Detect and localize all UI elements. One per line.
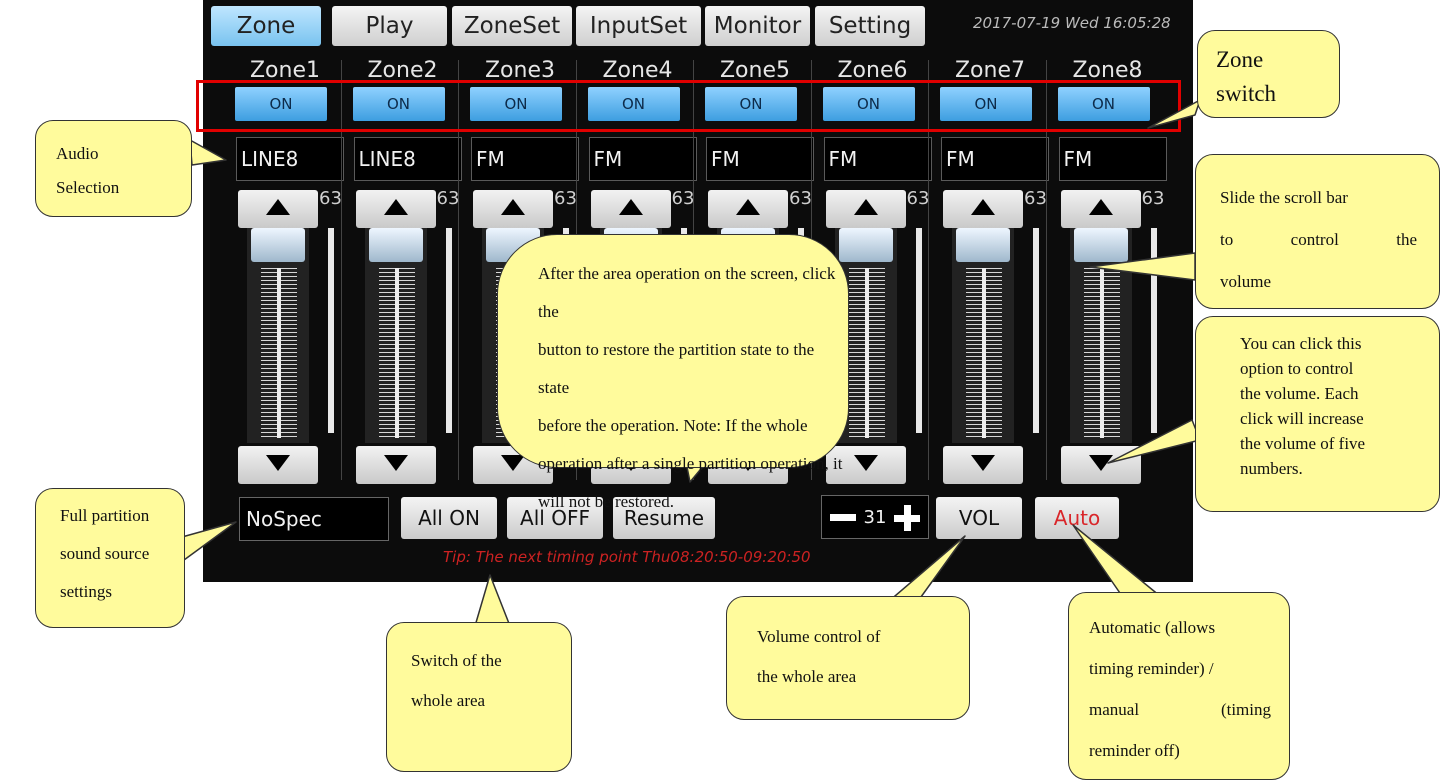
zone-source-selector[interactable]: FM	[823, 137, 932, 181]
vol-button[interactable]: VOL	[936, 497, 1022, 539]
zone-source-selector[interactable]: LINE8	[236, 137, 344, 181]
callout-audio-selection: Audio Selection	[35, 120, 192, 217]
global-source-selector[interactable]: NoSpec	[239, 497, 389, 541]
zone-volume-value: 63	[554, 188, 577, 209]
master-volume-value: 31	[863, 506, 887, 528]
volume-up-button[interactable]	[355, 190, 436, 228]
callout-switch-area: Switch of the whole area	[386, 622, 572, 772]
tab-inputset[interactable]: InputSet	[576, 6, 701, 46]
volume-slider[interactable]	[364, 228, 427, 443]
zone-source-selector[interactable]: FM	[471, 137, 579, 181]
timing-tip: Tip: The next timing point Thu08:20:50-0…	[443, 548, 811, 566]
triangle-down-icon	[970, 454, 996, 477]
tab-monitor[interactable]: Monitor	[705, 6, 810, 46]
triangle-up-icon	[735, 198, 761, 221]
volume-up-button[interactable]	[473, 190, 553, 228]
level-meter	[1150, 228, 1157, 433]
zone-source-selector[interactable]: LINE8	[353, 137, 462, 181]
volume-down-button[interactable]	[1060, 446, 1141, 484]
zone-source-selector[interactable]: FM	[588, 137, 697, 181]
callout-scroll-bar: Slide the scroll bar to control the volu…	[1195, 154, 1440, 309]
slider-track	[982, 268, 986, 438]
slider-track	[277, 268, 281, 438]
triangle-up-icon	[265, 198, 291, 221]
triangle-down-icon	[853, 454, 879, 477]
slider-track	[1099, 268, 1104, 438]
callout-zone-switch: Zone switch	[1197, 30, 1340, 118]
callout-restore: After the area operation on the screen, …	[497, 234, 849, 511]
volume-up-button[interactable]	[825, 190, 906, 228]
zone-source-selector[interactable]: FM	[941, 137, 1049, 181]
volume-up-button[interactable]	[1060, 190, 1141, 228]
volume-slider[interactable]	[247, 228, 309, 443]
tab-zoneset[interactable]: ZoneSet	[452, 6, 572, 46]
volume-up-button[interactable]	[943, 190, 1023, 228]
volume-up-button[interactable]	[238, 190, 318, 228]
triangle-down-icon	[1088, 454, 1114, 477]
slider-track	[394, 268, 399, 438]
triangle-up-icon	[618, 198, 644, 221]
zone-volume-value: 63	[319, 188, 342, 209]
zone-volume-value: 63	[671, 188, 695, 209]
zone-volume-value: 63	[789, 188, 812, 209]
zone-switch-highlight	[196, 80, 1181, 132]
triangle-up-icon	[970, 198, 996, 221]
volume-up-button[interactable]	[590, 190, 671, 228]
zone-volume-value: 63	[1024, 188, 1047, 209]
level-meter	[445, 228, 452, 433]
zone-volume-value: 63	[436, 188, 460, 209]
slider-thumb[interactable]	[1073, 228, 1128, 262]
callout-click-option: You can click this option to control the…	[1195, 316, 1440, 512]
level-meter	[915, 228, 922, 433]
slider-thumb[interactable]	[956, 228, 1010, 262]
all-on-button[interactable]: All ON	[401, 497, 497, 539]
plus-icon[interactable]	[894, 505, 920, 531]
triangle-down-icon	[383, 454, 409, 477]
slider-thumb[interactable]	[368, 228, 423, 262]
slider-thumb[interactable]	[251, 228, 305, 262]
triangle-up-icon	[1088, 198, 1114, 221]
volume-up-button[interactable]	[708, 190, 788, 228]
slider-track	[864, 268, 869, 438]
level-meter	[1033, 228, 1039, 433]
triangle-up-icon	[383, 198, 409, 221]
triangle-up-icon	[500, 198, 526, 221]
tab-zone[interactable]: Zone	[211, 6, 321, 46]
tab-setting[interactable]: Setting	[815, 6, 925, 46]
callout-volume-area: Volume control of the whole area	[726, 596, 970, 720]
tab-play[interactable]: Play	[332, 6, 447, 46]
volume-down-button[interactable]	[355, 446, 436, 484]
zone-source-selector[interactable]: FM	[1058, 137, 1167, 181]
zone-volume-value: 63	[1141, 188, 1165, 209]
callout-full-partition: Full partition sound source settings	[35, 488, 185, 628]
triangle-down-icon	[265, 454, 291, 477]
auto-button[interactable]: Auto	[1035, 497, 1119, 539]
zone-source-selector[interactable]: FM	[706, 137, 814, 181]
callout-automatic: Automatic (allows timing reminder) / man…	[1068, 592, 1290, 780]
volume-down-button[interactable]	[238, 446, 318, 484]
volume-down-button[interactable]	[943, 446, 1023, 484]
clock-display: 2017-07-19 Wed 16:05:28	[973, 14, 1171, 32]
volume-slider[interactable]	[952, 228, 1014, 443]
volume-slider[interactable]	[1069, 228, 1132, 443]
triangle-up-icon	[853, 198, 879, 221]
level-meter	[328, 228, 334, 433]
zone-volume-value: 63	[906, 188, 930, 209]
